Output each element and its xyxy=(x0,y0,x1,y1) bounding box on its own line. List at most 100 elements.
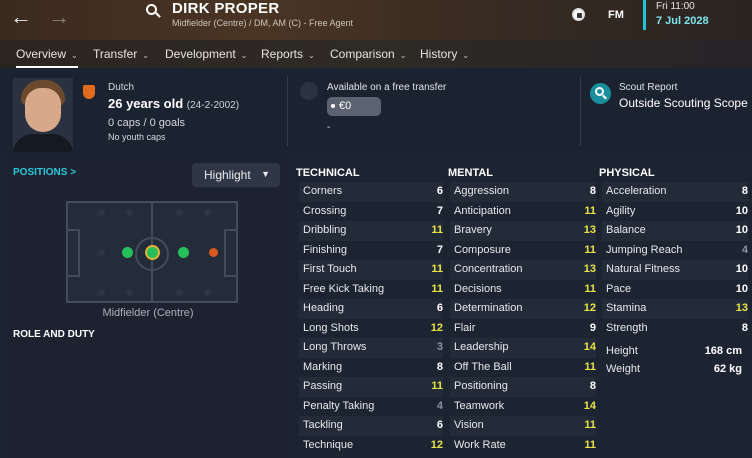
attribute-row[interactable]: Aggression 8 xyxy=(450,182,596,202)
club-placeholder-icon xyxy=(300,82,318,100)
tab-transfer[interactable]: Transfer ⌄ xyxy=(93,47,149,61)
scout-search-icon[interactable] xyxy=(590,83,611,104)
tab-reports[interactable]: Reports ⌄ xyxy=(261,47,315,61)
attribute-row[interactable]: Acceleration 8 xyxy=(602,182,748,202)
attribute-row[interactable]: Balance 10 xyxy=(602,221,748,241)
attribute-row[interactable]: Crossing 7 xyxy=(299,202,443,222)
attribute-row[interactable]: Composure 11 xyxy=(450,241,596,261)
attribute-row[interactable]: Long Throws 3 xyxy=(299,338,443,358)
attribute-name: Heading xyxy=(303,302,344,314)
attribute-row[interactable]: Technique 12 xyxy=(299,436,443,456)
chevron-down-icon: ⌄ xyxy=(71,51,78,60)
attribute-row[interactable]: Tackling 6 xyxy=(299,416,443,436)
back-button[interactable]: ← xyxy=(10,6,32,28)
scout-report-value[interactable]: Outside Scouting Scope xyxy=(619,96,748,110)
forward-button[interactable]: → xyxy=(48,6,70,28)
position-st-marker[interactable] xyxy=(209,248,218,257)
attribute-value: 8 xyxy=(589,380,596,392)
attribute-row[interactable]: Determination 12 xyxy=(450,299,596,319)
attribute-row[interactable]: Flair 9 xyxy=(450,319,596,339)
attribute-value: 13 xyxy=(583,224,596,236)
attribute-value: 6 xyxy=(436,185,443,197)
attribute-row[interactable]: Finishing 7 xyxy=(299,241,443,261)
transfer-fee-sub: - xyxy=(327,122,331,133)
attribute-row[interactable]: Agility 10 xyxy=(602,202,748,222)
attribute-row[interactable]: Natural Fitness 10 xyxy=(602,260,748,280)
chevron-down-icon: ⌄ xyxy=(399,51,407,60)
attribute-value: 3 xyxy=(436,341,443,353)
chevron-down-icon: ⌄ xyxy=(240,51,248,60)
attribute-name: Dribbling xyxy=(303,224,347,236)
attribute-value: 10 xyxy=(735,224,748,236)
attribute-row[interactable]: Stamina 13 xyxy=(602,299,748,319)
attribute-row[interactable]: Marking 8 xyxy=(299,358,443,378)
attribute-name: Anticipation xyxy=(454,204,511,217)
attribute-row[interactable]: Jumping Reach 4 xyxy=(602,241,748,261)
attribute-row[interactable]: Strength 8 xyxy=(602,319,748,339)
attribute-value: 10 xyxy=(735,263,748,275)
date-box[interactable]: Fri 11:00 7 Jul 2028 xyxy=(643,0,752,30)
attribute-name: Strength xyxy=(606,321,648,334)
player-info-strip: Dutch 26 years old (24-2-2002) 0 caps / … xyxy=(0,68,752,154)
attribute-row[interactable]: Free Kick Taking 11 xyxy=(299,280,443,300)
attribute-value: 11 xyxy=(584,282,596,295)
attribute-value: 8 xyxy=(741,321,748,334)
attribute-name: Vision xyxy=(454,419,484,431)
netherlands-flag-icon[interactable] xyxy=(83,85,95,99)
tab-development[interactable]: Development ⌄ xyxy=(165,47,247,61)
divider xyxy=(287,76,288,146)
attribute-name: Natural Fitness xyxy=(606,263,680,275)
attribute-row[interactable]: Teamwork 14 xyxy=(450,397,596,417)
attribute-value: 11 xyxy=(431,224,443,236)
attribute-value: 11 xyxy=(584,438,596,451)
attribute-value: 14 xyxy=(583,399,596,412)
position-pitch xyxy=(66,201,238,303)
attribute-row[interactable]: Off The Ball 11 xyxy=(450,358,596,378)
attribute-row[interactable]: Positioning 8 xyxy=(450,377,596,397)
attribute-value: 10 xyxy=(735,204,748,217)
search-icon[interactable] xyxy=(146,4,162,20)
attribute-row[interactable]: Work Rate 11 xyxy=(450,436,596,456)
position-name: Midfielder (Centre) xyxy=(102,307,194,319)
attribute-name: Passing xyxy=(303,380,343,392)
attribute-row[interactable]: Vision 11 xyxy=(450,416,596,436)
fm-logo[interactable]: FM xyxy=(608,9,624,21)
attribute-name: Teamwork xyxy=(454,399,505,412)
attribute-name: Stamina xyxy=(606,302,647,314)
attribute-row[interactable]: Leadership 14 xyxy=(450,338,596,358)
transfer-fee[interactable]: €0 xyxy=(327,97,381,116)
game-date: 7 Jul 2028 xyxy=(656,15,709,27)
attribute-name: Tackling xyxy=(303,419,343,431)
top-bar: ← → DIRK PROPER Midfielder (Centre) / DM… xyxy=(0,0,752,40)
attribute-row[interactable]: Passing 11 xyxy=(299,377,443,397)
chevron-down-icon: ⌄ xyxy=(308,51,315,60)
app-window: ← → DIRK PROPER Midfielder (Centre) / DM… xyxy=(0,0,752,458)
tab-overview[interactable]: Overview ⌄ xyxy=(16,47,78,68)
attribute-name: Leadership xyxy=(454,341,509,353)
position-am-marker[interactable] xyxy=(178,247,189,258)
attribute-row[interactable]: Bravery 13 xyxy=(450,221,596,241)
attribute-row[interactable]: Heading 6 xyxy=(299,299,443,319)
positions-link[interactable]: POSITIONS > xyxy=(13,167,76,178)
attribute-row[interactable]: Pace 10 xyxy=(602,280,748,300)
natural-position-marker[interactable] xyxy=(145,245,160,260)
tab-history[interactable]: History ⌄ xyxy=(420,47,469,61)
height-value: 168 cm xyxy=(704,345,742,357)
attribute-row[interactable]: First Touch 11 xyxy=(299,260,443,280)
attribute-row[interactable]: Corners 6 xyxy=(299,182,443,202)
highlight-dropdown[interactable]: Highlight ▼ xyxy=(192,163,280,187)
attribute-row[interactable]: Decisions 11 xyxy=(450,280,596,300)
attribute-row[interactable]: Penalty Taking 4 xyxy=(299,397,443,417)
attribute-row[interactable]: Anticipation 11 xyxy=(450,202,596,222)
tab-comparison[interactable]: Comparison ⌄ xyxy=(330,47,406,61)
attribute-name: Pace xyxy=(606,282,632,295)
attribute-value: 8 xyxy=(741,185,748,197)
position-dm-marker[interactable] xyxy=(122,247,133,258)
attribute-row[interactable]: Concentration 13 xyxy=(450,260,596,280)
attribute-value: 13 xyxy=(583,263,596,275)
attribute-value: 14 xyxy=(583,341,596,353)
player-subtitle: Midfielder (Centre) / DM, AM (C) - Free … xyxy=(172,18,354,28)
attribute-row[interactable]: Dribbling 11 xyxy=(299,221,443,241)
attribute-row[interactable]: Long Shots 12 xyxy=(299,319,443,339)
football-icon[interactable] xyxy=(572,8,585,21)
